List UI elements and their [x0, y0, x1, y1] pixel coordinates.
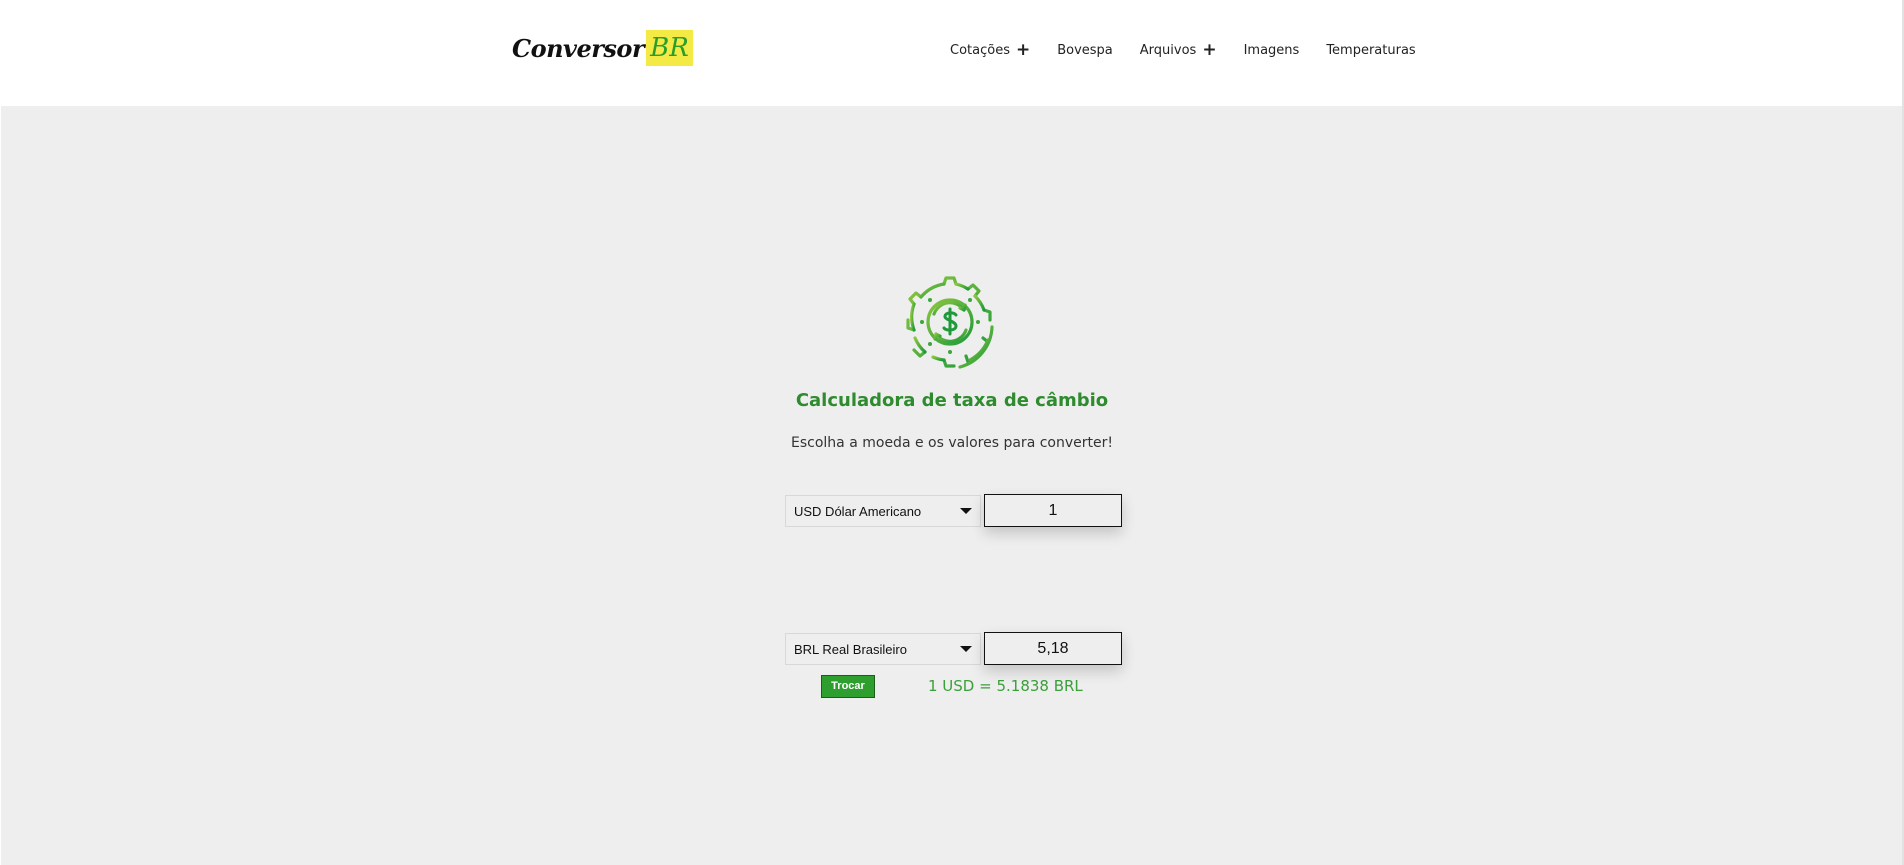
nav-item-imagens[interactable]: Imagens [1244, 43, 1300, 58]
nav-item-temperaturas[interactable]: Temperaturas [1326, 43, 1415, 58]
chevron-down-icon [960, 646, 972, 652]
main-nav: Cotações + Bovespa Arquivos + Imagens Te… [950, 42, 1416, 59]
currency-exchange-gear-icon [906, 276, 994, 369]
nav-item-label: Temperaturas [1326, 43, 1416, 58]
from-currency-value: USD Dólar Americano [794, 503, 922, 519]
chevron-down-icon [960, 508, 972, 514]
nav-item-bovespa[interactable]: Bovespa [1057, 43, 1113, 58]
plus-icon: + [1202, 40, 1217, 60]
exchange-rate-text: 1 USD = 5.1838 BRL [928, 677, 1083, 695]
to-amount-input[interactable] [984, 632, 1122, 665]
nav-item-label: Bovespa [1057, 43, 1113, 58]
from-currency-select[interactable]: USD Dólar Americano [785, 495, 981, 527]
page-title: Calculadora de taxa de câmbio [795, 390, 1109, 411]
swap-button[interactable]: Trocar [821, 675, 875, 698]
to-currency-value: BRL Real Brasileiro [794, 641, 907, 657]
page-subtitle: Escolha a moeda e os valores para conver… [791, 435, 1113, 451]
logo-text: Conversor [512, 33, 645, 63]
nav-item-cotacoes[interactable]: Cotações + [950, 42, 1030, 59]
converter-section: Calculadora de taxa de câmbio Escolha a … [1, 106, 1903, 865]
nav-item-label: Arquivos [1139, 43, 1197, 58]
nav-item-arquivos[interactable]: Arquivos + [1140, 42, 1217, 59]
page: Conversor BR Cotações + Bovespa Arquivos… [0, 0, 1904, 865]
from-amount-input[interactable] [984, 494, 1122, 527]
to-currency-select[interactable]: BRL Real Brasileiro [785, 633, 981, 665]
nav-item-label: Cotações [950, 43, 1010, 58]
plus-icon: + [1015, 40, 1031, 60]
site-logo[interactable]: Conversor BR [512, 30, 693, 66]
nav-item-label: Imagens [1243, 43, 1300, 58]
site-header: Conversor BR Cotações + Bovespa Arquivos… [0, 0, 1904, 106]
logo-badge: BR [646, 30, 693, 66]
